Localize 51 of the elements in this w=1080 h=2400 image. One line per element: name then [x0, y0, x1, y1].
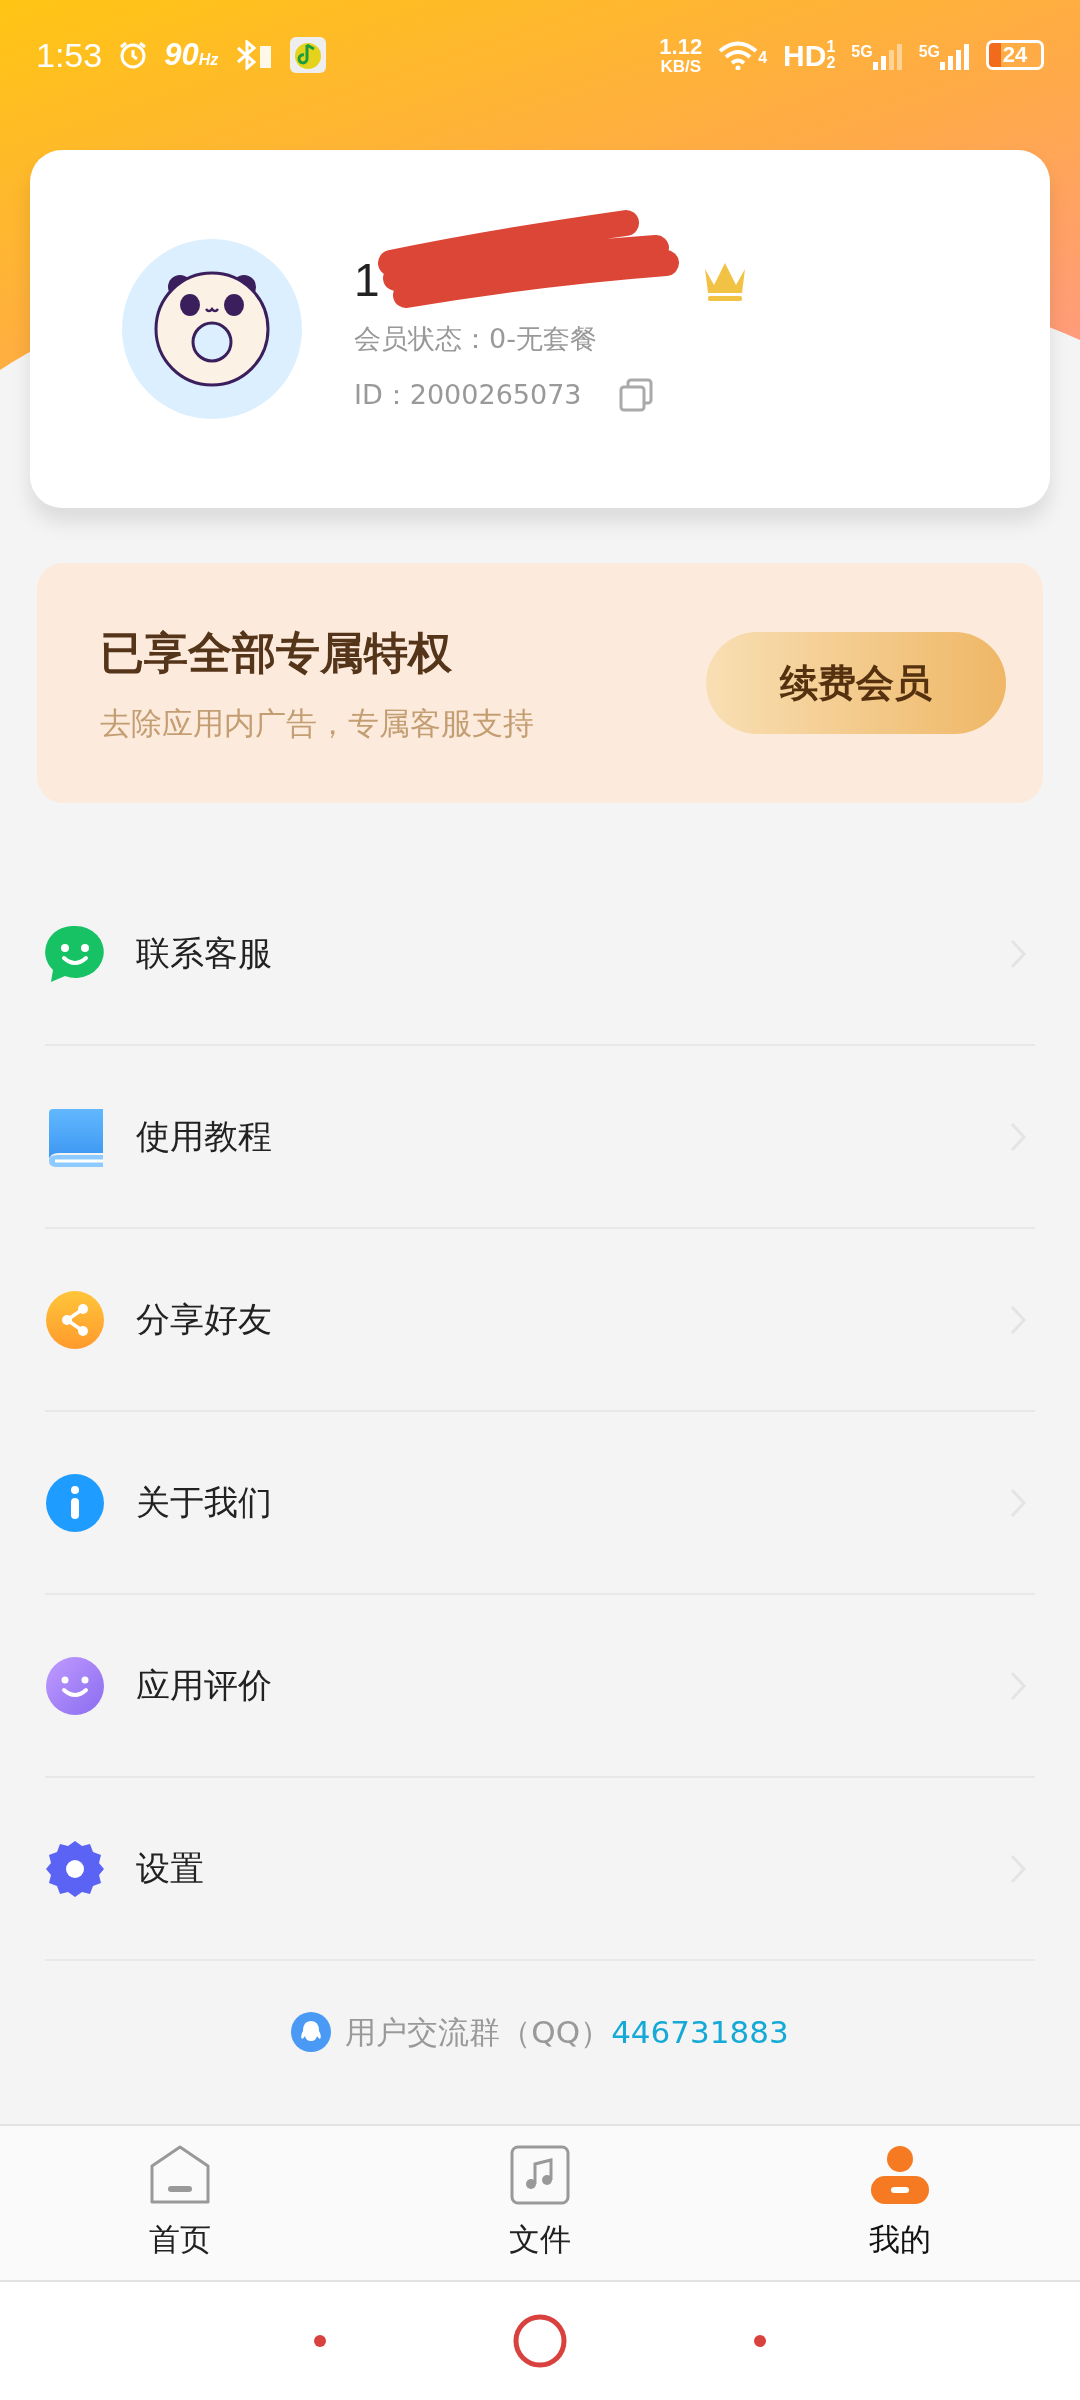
home-icon	[149, 2143, 211, 2206]
renew-button[interactable]: 续费会员	[706, 632, 1006, 734]
menu-label: 联系客服	[136, 932, 273, 975]
refresh-rate: 90	[164, 35, 199, 74]
user-id: ID：2000265073	[354, 378, 582, 412]
menu-label: 使用教程	[136, 1115, 273, 1158]
menu-item[interactable]: 联系客服	[45, 863, 1035, 1046]
avatar-icon	[122, 239, 302, 419]
qq-group-label: 用户交流群（QQ）	[345, 2013, 612, 2052]
vip-subtitle: 去除应用内广告，专属客服支持	[100, 703, 534, 743]
wifi-standard: 4	[758, 48, 768, 68]
menu-label: 应用评价	[136, 1664, 273, 1707]
music-note-icon	[509, 2143, 571, 2206]
menu-item[interactable]: 设置	[45, 1778, 1035, 1961]
network-type: 5G	[851, 42, 873, 62]
tab[interactable]: 我的	[720, 2126, 1080, 2280]
vip-title: 已享全部专属特权	[100, 625, 453, 680]
copy-icon[interactable]	[617, 377, 654, 414]
net-speed-unit: KB/S	[660, 57, 702, 75]
hd-sim-index: 1	[826, 39, 836, 55]
settings-icon	[45, 1838, 105, 1899]
smiley-icon	[45, 1655, 105, 1716]
menu-item[interactable]: 关于我们	[45, 1412, 1035, 1595]
info-icon	[45, 1472, 105, 1533]
recents-dot-icon	[753, 2334, 768, 2348]
share-icon	[45, 1289, 105, 1350]
menu-item[interactable]: 分享好友	[45, 1229, 1035, 1412]
menu-label: 设置	[136, 1847, 205, 1890]
member-status: 会员状态：0-无套餐	[354, 321, 598, 356]
chat-bubble-icon	[45, 923, 105, 984]
menu-item[interactable]: 应用评价	[45, 1595, 1035, 1778]
username: 1	[354, 256, 380, 303]
battery-level: 24	[1002, 44, 1028, 66]
alarm-icon	[118, 40, 149, 70]
back-dot-icon	[312, 2334, 327, 2348]
menu-label: 分享好友	[136, 1298, 273, 1341]
menu-label: 关于我们	[136, 1481, 273, 1524]
person-icon	[869, 2143, 931, 2206]
status-time: 1:53	[36, 34, 103, 76]
tab[interactable]: 文件	[360, 2126, 720, 2280]
music-app-icon	[290, 37, 327, 73]
tab[interactable]: 首页	[0, 2126, 360, 2280]
hd-sim-index: 2	[826, 55, 836, 71]
hd-label: HD	[783, 37, 827, 74]
net-speed: 1.12	[659, 35, 703, 58]
home-circle-icon	[512, 2313, 568, 2369]
wifi-icon	[718, 40, 759, 70]
penguin-icon	[291, 2012, 332, 2053]
network-type: 5G	[918, 42, 940, 62]
menu-item[interactable]: 使用教程	[45, 1046, 1035, 1229]
refresh-unit: Hz	[198, 50, 219, 70]
